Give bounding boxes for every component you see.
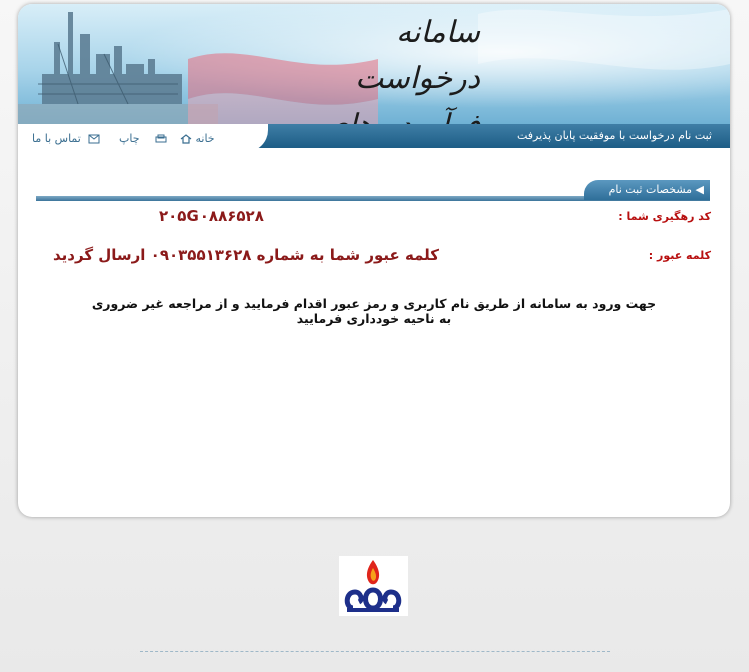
contact-link[interactable]: تماس با ما — [32, 132, 100, 145]
print-icon — [155, 134, 167, 144]
section-title: مشخصات ثبت نام — [608, 183, 693, 196]
home-link[interactable]: خانه — [180, 132, 215, 145]
home-icon — [180, 134, 192, 144]
main-card: سامانه درخواست فرآورده های نفتی ثبت نام … — [18, 4, 730, 517]
banner-title-line2: فرآورده های نفتی — [280, 102, 480, 124]
footer-divider — [140, 651, 610, 653]
tracking-code-label: کد رهگیری شما : — [618, 210, 711, 223]
section-header: ◀ مشخصات ثبت نام — [584, 180, 710, 200]
password-label: کلمه عبور : — [648, 249, 711, 262]
header-banner: سامانه درخواست فرآورده های نفتی — [18, 4, 730, 124]
tracking-code-value: ۲۰۵G۰۸۸۶۵۲۸ — [159, 207, 264, 225]
banner-title: سامانه درخواست فرآورده های نفتی — [280, 10, 480, 124]
contact-link-label: تماس با ما — [32, 132, 81, 145]
password-message: کلمه عبور شما به شماره ۰۹۰۳۵۵۱۳۶۲۸ ارسال… — [53, 246, 440, 264]
home-link-label: خانه — [195, 132, 215, 145]
mail-icon — [88, 134, 100, 144]
status-message: ثبت نام درخواست با موفقیت پایان پذیرفت — [516, 129, 712, 142]
print-link-label: چاپ — [119, 132, 140, 145]
print-link[interactable]: چاپ — [119, 132, 167, 145]
banner-title-line1: سامانه درخواست — [355, 15, 480, 96]
login-instructions: جهت ورود به سامانه از طریق نام کاربری و … — [91, 296, 657, 326]
chevron-left-icon: ◀ — [695, 183, 704, 196]
nioc-logo — [339, 556, 408, 616]
